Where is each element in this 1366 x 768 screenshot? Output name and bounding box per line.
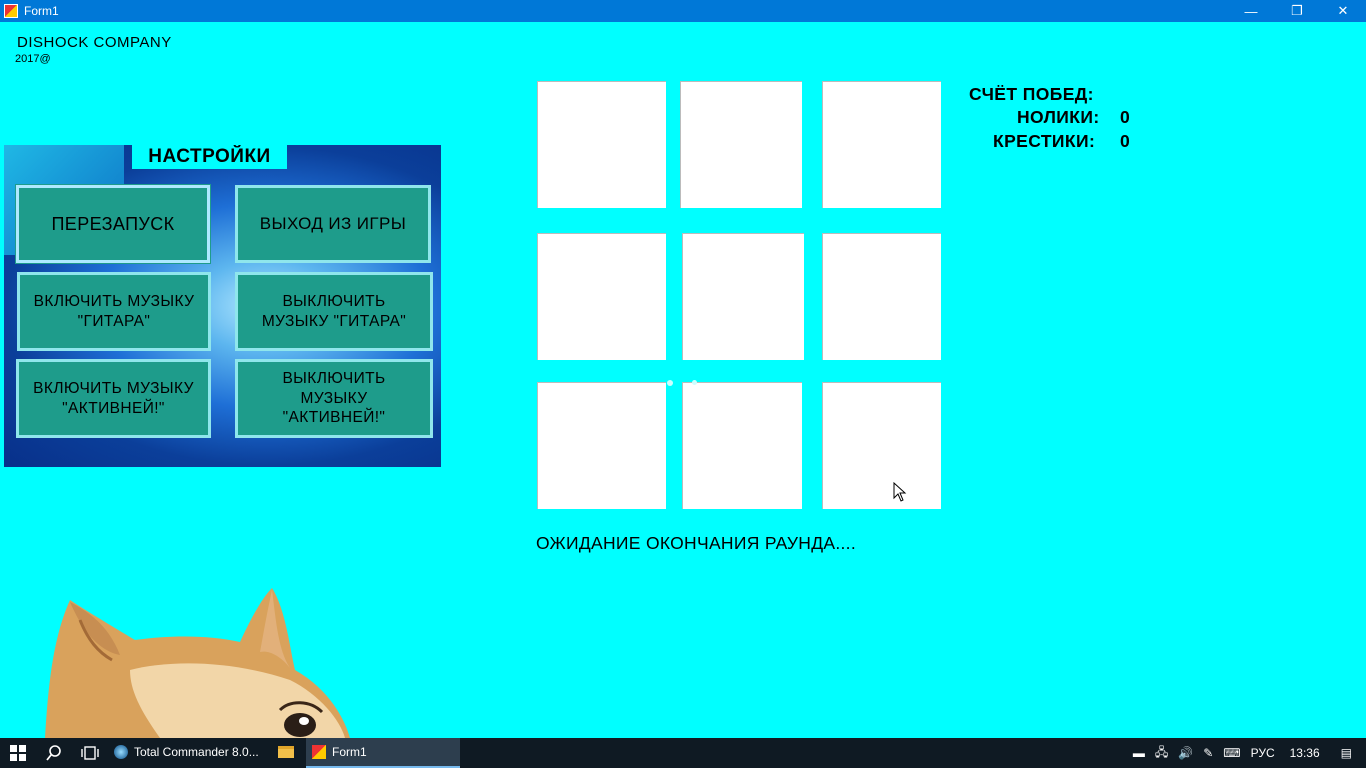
restore-button[interactable]: ❐ [1274,0,1320,22]
board-cell-6[interactable] [822,233,941,360]
copyright-year: 2017@ [15,53,51,65]
total-commander-icon [114,745,128,759]
active-music-off-button[interactable]: ВЫКЛЮЧИТЬ МУЗЫКУ "АКТИВНЕЙ!" [235,359,433,438]
task-view-button[interactable] [72,738,108,768]
system-tray: ▬ 🖧 🔊 ✎ ⌨ РУС 13:36 ▤ [1128,738,1366,768]
loading-dot [667,380,673,386]
board-cell-5[interactable] [682,233,804,360]
search-button[interactable] [36,738,72,768]
file-explorer-icon [278,746,294,758]
taskbar-item-total-commander[interactable]: Total Commander 8.0... [108,738,266,768]
notifications-icon[interactable]: ▤ [1341,746,1352,760]
exit-game-button[interactable]: ВЫХОД ИЗ ИГРЫ [235,185,431,263]
language-indicator[interactable]: РУС [1251,746,1275,760]
settings-title: НАСТРОЙКИ [132,145,287,169]
start-button[interactable] [0,738,36,768]
network-icon[interactable]: 🖧 [1155,743,1168,764]
loading-dot [692,380,697,385]
crosses-label: КРЕСТИКИ: [993,131,1096,151]
round-status: ОЖИДАНИЕ ОКОНЧАНИЯ РАУНДА.... [536,533,856,553]
noughts-score: 0 [1120,107,1130,127]
score-title: СЧЁТ ПОБЕД: [969,84,1094,104]
windows-logo-icon [10,745,26,761]
minimize-button[interactable]: — [1228,0,1274,22]
guitar-music-off-button[interactable]: ВЫКЛЮЧИТЬ МУЗЫКУ "ГИТАРА" [235,272,433,351]
keyboard-icon[interactable]: ⌨ [1223,746,1240,760]
crosses-score: 0 [1120,131,1130,151]
company-name: DISHOCK COMPANY [17,34,172,51]
taskbar-item-form1[interactable]: Form1 [306,738,460,768]
form-app-icon [312,745,326,759]
board-cell-1[interactable] [537,81,666,208]
doge-image [45,588,350,738]
settings-panel: НАСТРОЙКИ ПЕРЕЗАПУСК ВЫХОД ИЗ ИГРЫ ВКЛЮЧ… [4,145,441,467]
active-music-on-button[interactable]: ВКЛЮЧИТЬ МУЗЫКУ "АКТИВНЕЙ!" [16,359,211,438]
task-view-icon [81,746,99,760]
guitar-music-on-button[interactable]: ВКЛЮЧИТЬ МУЗЫКУ "ГИТАРА" [17,272,211,351]
restart-button[interactable]: ПЕРЕЗАПУСК [15,184,211,264]
taskbar: Total Commander 8.0... Form1 ▬ 🖧 🔊 ✎ ⌨ Р… [0,738,1366,768]
close-button[interactable]: ✕ [1320,0,1366,22]
mouse-cursor-icon [893,482,907,502]
board-cell-7[interactable] [537,382,666,509]
pen-icon[interactable]: ✎ [1203,746,1213,760]
search-icon [46,745,61,761]
volume-icon[interactable]: 🔊 [1178,746,1193,760]
board-cell-2[interactable] [680,81,802,208]
power-icon[interactable]: ▬ [1133,746,1145,760]
taskbar-item-file-explorer[interactable] [266,738,306,768]
board-cell-3[interactable] [822,81,941,208]
window-title: Form1 [24,4,59,18]
app-icon [4,4,18,18]
title-bar: Form1 — ❐ ✕ [0,0,1366,22]
noughts-label: НОЛИКИ: [1017,107,1100,127]
board-cell-9[interactable] [822,382,941,509]
taskbar-item-label: Total Commander 8.0... [134,745,259,759]
board-cell-4[interactable] [537,233,666,360]
board-cell-8[interactable] [682,382,802,509]
clock[interactable]: 13:36 [1290,746,1320,760]
window-controls: — ❐ ✕ [1228,0,1366,22]
taskbar-item-label: Form1 [332,745,367,759]
